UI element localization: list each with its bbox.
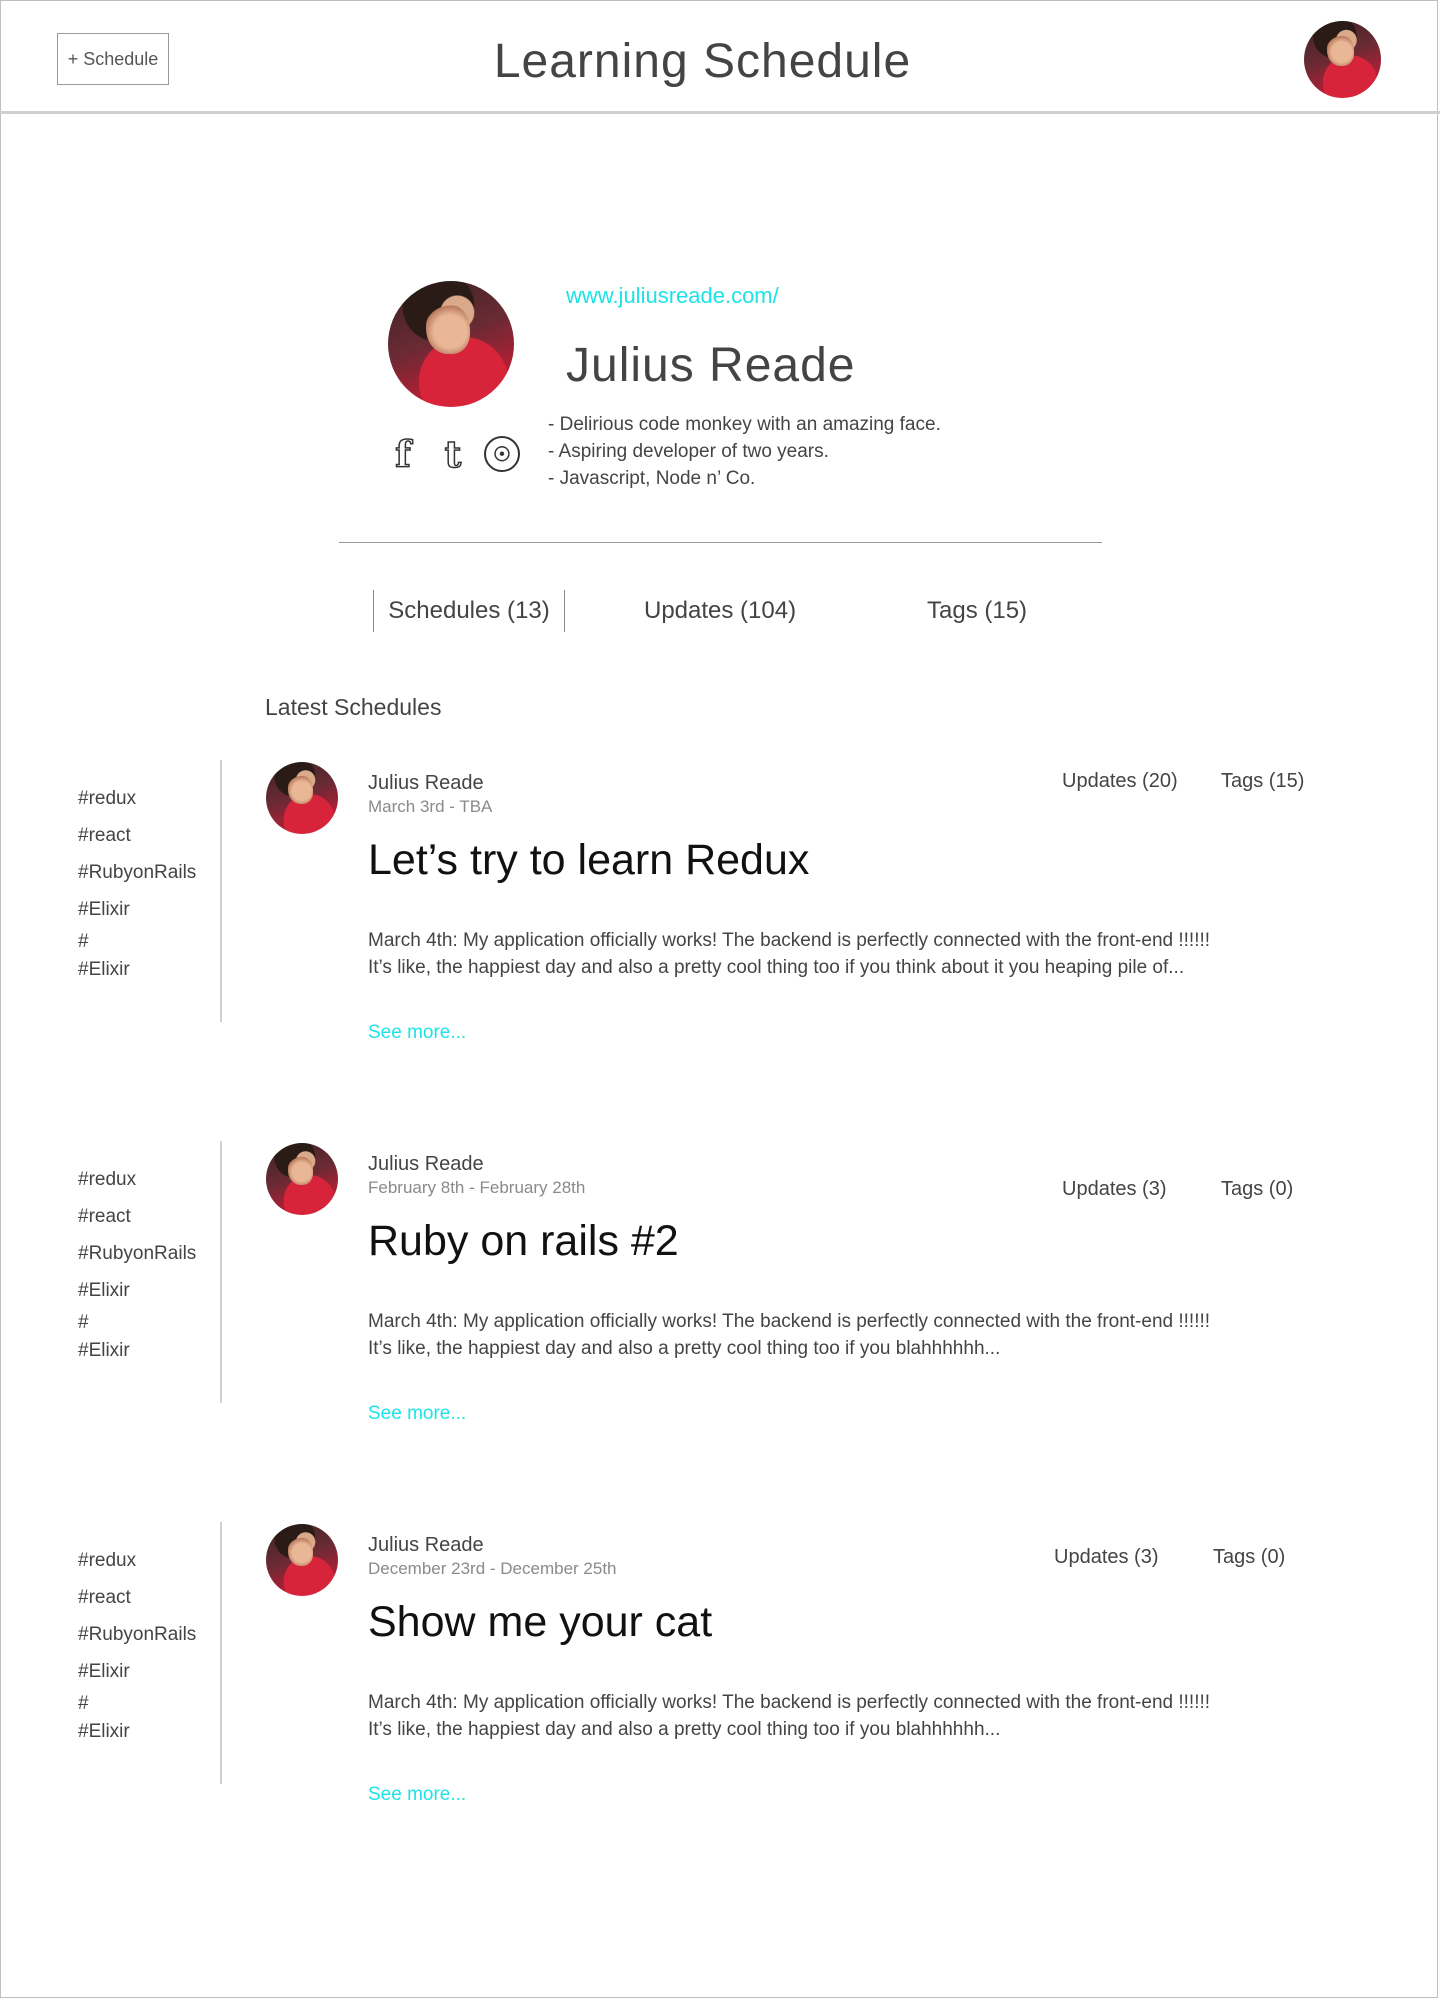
post-updates-count[interactable]: Updates (20) xyxy=(1062,770,1178,793)
post-tags-count[interactable]: Tags (0) xyxy=(1213,1546,1285,1569)
schedule-date: February 8th - February 28th xyxy=(368,1178,586,1197)
tag-link[interactable]: #react xyxy=(78,1198,196,1235)
author-name[interactable]: Julius Reade xyxy=(368,1153,484,1176)
tag-list: #redux #react #RubyonRails #Elixir # #El… xyxy=(78,1161,196,1366)
excerpt-line: March 4th: My application officially wor… xyxy=(368,1311,1211,1332)
tag-link[interactable]: #Elixir xyxy=(78,1272,196,1309)
tag-link[interactable]: #Elixir xyxy=(78,891,196,928)
tag-link[interactable]: #RubyonRails xyxy=(78,854,196,891)
tag-link[interactable]: #Elixir xyxy=(78,1717,196,1747)
tag-link[interactable]: #react xyxy=(78,1579,196,1616)
tag-divider xyxy=(220,1522,222,1784)
top-bar: + Schedule Learning Schedule xyxy=(0,0,1440,114)
schedule-title[interactable]: Show me your cat xyxy=(368,1598,712,1647)
profile-name: Julius Reade xyxy=(566,339,856,392)
author-avatar xyxy=(266,1143,338,1215)
excerpt-line: It’s like, the happiest day and also a p… xyxy=(368,1719,1001,1740)
author-avatar xyxy=(266,1524,338,1596)
bio-line: - Aspiring developer of two years. xyxy=(548,441,829,462)
schedule-excerpt: March 4th: My application officially wor… xyxy=(368,1689,1210,1743)
tag-link[interactable]: #react xyxy=(78,817,196,854)
section-title: Latest Schedules xyxy=(265,694,442,720)
tag-divider xyxy=(220,760,222,1022)
tab-tags[interactable]: Tags (15) xyxy=(927,590,1027,632)
see-more-link[interactable]: See more... xyxy=(368,1784,466,1806)
github-icon[interactable]: ☉ xyxy=(484,436,520,472)
author-name[interactable]: Julius Reade xyxy=(368,1534,484,1557)
excerpt-line: It’s like, the happiest day and also a p… xyxy=(368,1338,1001,1359)
facebook-icon[interactable]: f xyxy=(384,433,422,477)
schedule-date: December 23rd - December 25th xyxy=(368,1559,617,1578)
schedule-excerpt: March 4th: My application officially wor… xyxy=(368,927,1210,981)
excerpt-line: It’s like, the happiest day and also a p… xyxy=(368,957,1185,978)
post-tags-count[interactable]: Tags (15) xyxy=(1221,770,1304,793)
social-links: f t ☉ xyxy=(384,433,520,477)
tag-link[interactable]: #RubyonRails xyxy=(78,1616,196,1653)
tab-updates[interactable]: Updates (104) xyxy=(644,590,796,632)
bio-line: - Javascript, Node n’ Co. xyxy=(548,468,756,489)
tag-list: #redux #react #RubyonRails #Elixir # #El… xyxy=(78,780,196,985)
tumblr-icon[interactable]: t xyxy=(434,433,472,477)
tag-link[interactable]: #redux xyxy=(78,1542,196,1579)
post-updates-count[interactable]: Updates (3) xyxy=(1054,1546,1159,1569)
tag-divider xyxy=(220,1141,222,1403)
tag-link[interactable]: #Elixir xyxy=(78,955,196,985)
user-avatar[interactable] xyxy=(1304,21,1381,98)
tag-link[interactable]: #redux xyxy=(78,1161,196,1198)
schedule-title[interactable]: Let’s try to learn Redux xyxy=(368,836,809,885)
tag-link[interactable]: #Elixir xyxy=(78,1336,196,1366)
post-updates-count[interactable]: Updates (3) xyxy=(1062,1178,1167,1201)
excerpt-line: March 4th: My application officially wor… xyxy=(368,930,1211,951)
see-more-link[interactable]: See more... xyxy=(368,1022,466,1044)
tag-link[interactable]: #redux xyxy=(78,780,196,817)
schedule-excerpt: March 4th: My application officially wor… xyxy=(368,1308,1210,1362)
schedule-date: March 3rd - TBA xyxy=(368,797,493,816)
tag-list: #redux #react #RubyonRails #Elixir # #El… xyxy=(78,1542,196,1747)
see-more-link[interactable]: See more... xyxy=(368,1403,466,1425)
schedule-card: #redux #react #RubyonRails #Elixir # #El… xyxy=(0,760,1440,1060)
tab-schedules[interactable]: Schedules (13) xyxy=(373,590,565,632)
profile-bio: - Delirious code monkey with an amazing … xyxy=(548,411,941,492)
post-tags-count[interactable]: Tags (0) xyxy=(1221,1178,1293,1201)
tag-link[interactable]: # xyxy=(78,1690,196,1717)
author-name[interactable]: Julius Reade xyxy=(368,772,484,795)
bio-line: - Delirious code monkey with an amazing … xyxy=(548,414,941,435)
tag-link[interactable]: #RubyonRails xyxy=(78,1235,196,1272)
tag-link[interactable]: # xyxy=(78,928,196,955)
tag-link[interactable]: #Elixir xyxy=(78,1653,196,1690)
excerpt-line: March 4th: My application officially wor… xyxy=(368,1692,1211,1713)
profile-divider xyxy=(339,542,1102,543)
schedule-title[interactable]: Ruby on rails #2 xyxy=(368,1217,679,1266)
profile-website-link[interactable]: www.juliusreade.com/ xyxy=(566,283,779,309)
schedule-card: #redux #react #RubyonRails #Elixir # #El… xyxy=(0,1141,1440,1441)
profile-avatar xyxy=(388,281,514,407)
tag-link[interactable]: # xyxy=(78,1309,196,1336)
schedule-card: #redux #react #RubyonRails #Elixir # #El… xyxy=(0,1522,1440,1822)
app-title: Learning Schedule xyxy=(493,35,912,88)
author-avatar xyxy=(266,762,338,834)
